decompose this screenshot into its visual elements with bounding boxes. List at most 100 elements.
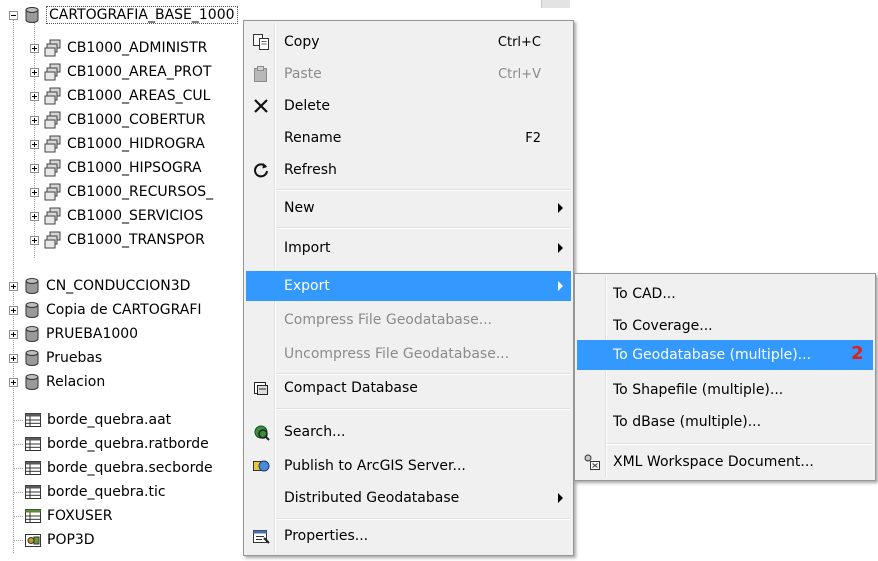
tree-item-label: borde_quebra.ratborde xyxy=(47,436,209,452)
menu-item-label: Export xyxy=(284,278,330,294)
menu-item-export[interactable]: Export xyxy=(246,271,571,301)
menu-item-rename[interactable]: Rename F2 xyxy=(246,123,571,153)
menu-item-compress[interactable]: Compress File Geodatabase... xyxy=(246,305,571,335)
tree-item[interactable]: CN_CONDUCCION3D xyxy=(9,275,190,297)
geodatabase-icon xyxy=(23,6,41,24)
submenu-item-to-coverage[interactable]: To Coverage... xyxy=(577,310,873,342)
expand-toggle[interactable] xyxy=(9,377,18,387)
expand-toggle[interactable] xyxy=(30,43,39,53)
tree-item[interactable]: CB1000_TRANSPOR xyxy=(30,229,205,251)
menu-item-label: Properties... xyxy=(284,528,369,544)
tree-connector xyxy=(13,420,23,421)
menu-item-label: Delete xyxy=(284,98,330,114)
search-icon xyxy=(251,422,271,442)
tree-item[interactable]: CB1000_AREAS_CUL xyxy=(30,85,210,107)
tree-item-label: CB1000_COBERTUR xyxy=(67,112,206,128)
tree-item[interactable]: CB1000_HIPSOGRA xyxy=(30,157,202,179)
tree-item[interactable]: CB1000_COBERTUR xyxy=(30,109,206,131)
tree-item[interactable]: CB1000_SERVICIOS xyxy=(30,205,203,227)
menu-item-copy[interactable]: Copy Ctrl+C xyxy=(246,27,571,57)
expand-toggle[interactable] xyxy=(30,235,39,245)
tree-item[interactable]: PRUEBA1000 xyxy=(9,323,138,345)
menu-item-publish[interactable]: Publish to ArcGIS Server... xyxy=(246,451,571,481)
expand-toggle[interactable] xyxy=(9,281,18,291)
submenu-item-to-cad[interactable]: To CAD... xyxy=(577,278,873,310)
feature-dataset-icon xyxy=(44,207,62,225)
tree-connector xyxy=(13,444,23,445)
tree-connector xyxy=(13,492,23,493)
collapse-toggle[interactable] xyxy=(9,10,18,20)
submenu-item-xml-workspace[interactable]: XML Workspace Document... xyxy=(577,446,873,478)
submenu-item-to-geodatabase[interactable]: To Geodatabase (multiple)... 2 xyxy=(577,340,873,370)
tree-item-label: CB1000_HIPSOGRA xyxy=(67,160,202,176)
submenu-item-to-shapefile[interactable]: To Shapefile (multiple)... xyxy=(577,374,873,406)
expand-toggle[interactable] xyxy=(30,163,39,173)
tree-item-root[interactable]: CARTOGRAFIA_BASE_1000 xyxy=(9,4,238,26)
expand-toggle[interactable] xyxy=(30,211,39,221)
menu-item-label: To Shapefile (multiple)... xyxy=(613,382,784,398)
tree-item-label: borde_quebra.secborde xyxy=(47,460,213,476)
feature-dataset-icon xyxy=(44,183,62,201)
menu-item-distributed-geodatabase[interactable]: Distributed Geodatabase xyxy=(246,483,571,513)
menu-item-search[interactable]: Search... xyxy=(246,417,571,447)
publish-icon xyxy=(251,456,271,476)
submenu-item-to-dbase[interactable]: To dBase (multiple)... xyxy=(577,406,873,438)
tree-item[interactable]: borde_quebra.ratborde xyxy=(24,433,209,455)
menu-item-label: To Geodatabase (multiple)... xyxy=(613,347,812,363)
submenu-arrow-icon xyxy=(558,281,563,291)
feature-dataset-icon xyxy=(44,39,62,57)
expand-toggle[interactable] xyxy=(30,187,39,197)
feature-dataset-icon xyxy=(44,135,62,153)
tree-item[interactable]: borde_quebra.aat xyxy=(24,409,171,431)
menu-item-label: Search... xyxy=(284,424,346,440)
tree-connector xyxy=(13,540,23,541)
menu-item-label: To Coverage... xyxy=(613,318,713,334)
context-menu: Copy Ctrl+C Paste Ctrl+V Delete Rename F… xyxy=(243,20,654,556)
tree-connector xyxy=(13,516,23,517)
menu-item-import[interactable]: Import xyxy=(246,233,571,263)
tree-item-label: CB1000_TRANSPOR xyxy=(67,232,205,248)
tree-item[interactable]: CB1000_AREA_PROT xyxy=(30,61,211,83)
menu-item-new[interactable]: New xyxy=(246,193,571,223)
menu-item-refresh[interactable]: Refresh xyxy=(246,155,571,185)
tree-item[interactable]: CB1000_HIDROGRA xyxy=(30,133,205,155)
tree-item[interactable]: CB1000_RECURSOS_ xyxy=(30,181,213,203)
expand-toggle[interactable] xyxy=(9,353,18,363)
tree-item[interactable]: POP3D xyxy=(24,529,95,551)
menu-separator xyxy=(607,443,872,445)
tree-item-label: PRUEBA1000 xyxy=(46,326,139,342)
geodatabase-icon xyxy=(23,325,41,343)
tree-item[interactable]: borde_quebra.secborde xyxy=(24,457,213,479)
menu-item-label: Publish to ArcGIS Server... xyxy=(284,458,466,474)
menu-item-properties[interactable]: Properties... xyxy=(246,521,571,551)
menu-item-uncompress[interactable]: Uncompress File Geodatabase... xyxy=(246,339,571,369)
tree-item[interactable]: CB1000_ADMINISTR xyxy=(30,37,207,59)
feature-dataset-icon xyxy=(44,63,62,81)
tree-item[interactable]: FOXUSER xyxy=(24,505,112,527)
menu-item-paste[interactable]: Paste Ctrl+V xyxy=(246,59,571,89)
menu-item-label: Paste xyxy=(284,66,322,82)
menu-separator xyxy=(276,189,570,191)
menu-separator xyxy=(276,518,570,520)
expand-toggle[interactable] xyxy=(30,115,39,125)
menu-item-label: To CAD... xyxy=(613,286,676,302)
tree-item-label: CB1000_ADMINISTR xyxy=(67,40,208,56)
menu-item-delete[interactable]: Delete xyxy=(246,91,571,121)
expand-toggle[interactable] xyxy=(30,91,39,101)
expand-toggle[interactable] xyxy=(30,67,39,77)
menu-item-label: New xyxy=(284,200,315,216)
expand-toggle[interactable] xyxy=(9,329,18,339)
expand-toggle[interactable] xyxy=(9,305,18,315)
menu-item-compact-database[interactable]: Compact Database xyxy=(246,373,571,403)
menu-item-label: To dBase (multiple)... xyxy=(613,414,762,430)
layer-icon xyxy=(24,531,42,549)
tree-item-label: Relacion xyxy=(46,374,106,390)
tree-item[interactable]: Copia de CARTOGRAFI xyxy=(9,299,202,321)
tree-item[interactable]: Relacion xyxy=(9,371,105,393)
tree-item[interactable]: Pruebas xyxy=(9,347,102,369)
menu-item-label: Distributed Geodatabase xyxy=(284,490,460,506)
tree-item[interactable]: borde_quebra.tic xyxy=(24,481,166,503)
scrollbar-stub[interactable] xyxy=(541,0,570,8)
expand-toggle[interactable] xyxy=(30,139,39,149)
delete-icon xyxy=(251,96,271,116)
